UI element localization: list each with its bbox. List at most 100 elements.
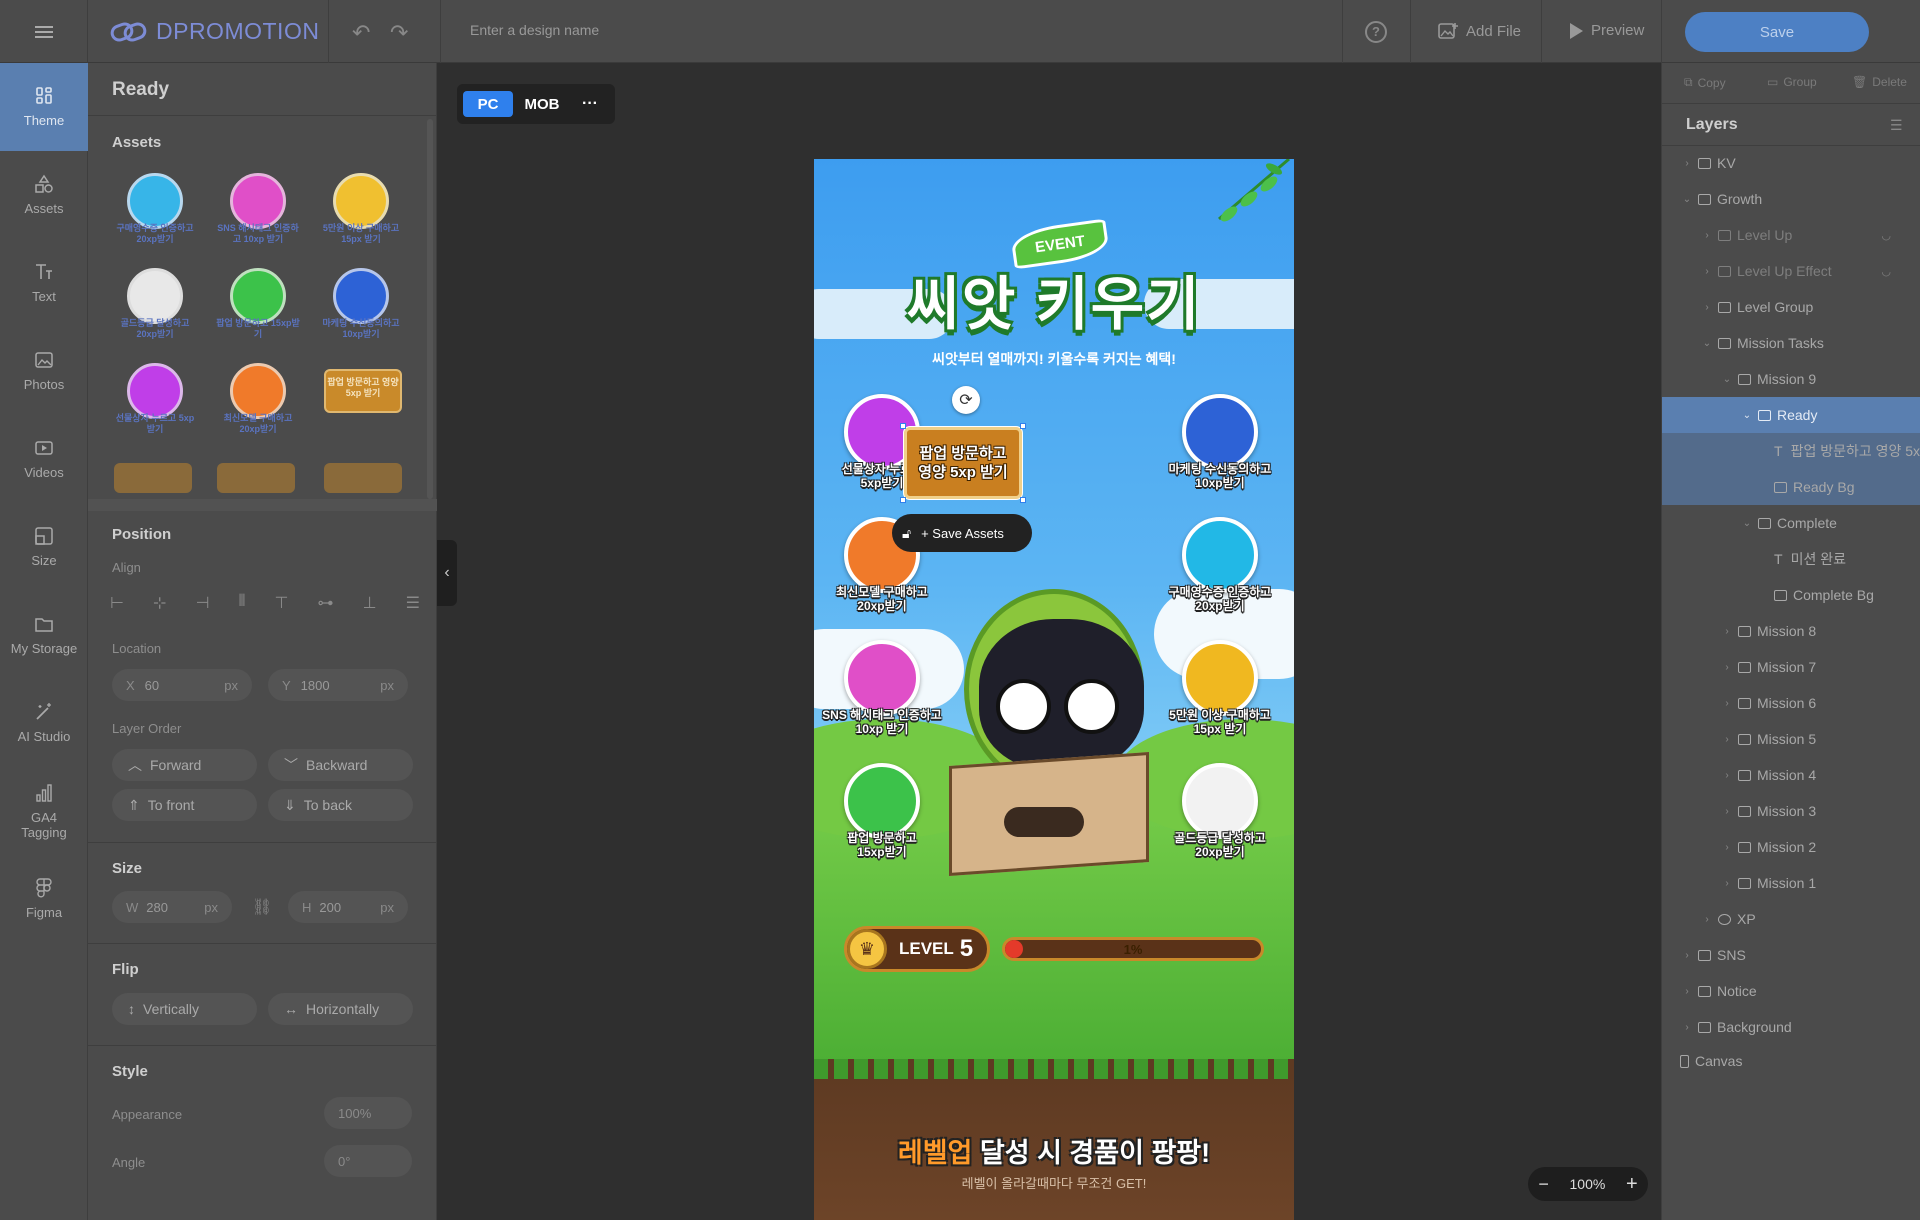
layer-item[interactable]: Complete Bg: [1662, 577, 1920, 613]
rotate-handle-icon[interactable]: ⟳: [952, 386, 980, 414]
layer-item[interactable]: › Background: [1662, 1009, 1920, 1045]
layer-item[interactable]: ⌄ Growth: [1662, 181, 1920, 217]
hidden-eye-icon[interactable]: ◡: [1881, 265, 1891, 278]
layer-item-selected[interactable]: ⌄ Ready: [1662, 397, 1920, 433]
more-options-icon[interactable]: ···: [571, 91, 609, 117]
layer-item[interactable]: › Mission 4: [1662, 757, 1920, 793]
preview-button[interactable]: Preview: [1570, 22, 1644, 39]
asset-item[interactable]: 마케팅 수신동의하고 10xp받기: [318, 268, 400, 348]
add-file-button[interactable]: Add File: [1438, 22, 1521, 40]
flip-vertical-button[interactable]: ↕ Vertically: [112, 993, 257, 1025]
collapse-all-icon[interactable]: ☰: [1890, 117, 1903, 134]
nav-text[interactable]: Text: [0, 239, 88, 327]
layer-item[interactable]: › Mission 3: [1662, 793, 1920, 829]
layer-item[interactable]: › Mission 2: [1662, 829, 1920, 865]
nav-theme[interactable]: Theme: [0, 63, 88, 151]
mission-badge[interactable]: SNS 해시태그 인증하고 10xp 받기: [814, 640, 942, 750]
copy-button[interactable]: ⧉ Copy: [1684, 75, 1726, 90]
width-field[interactable]: W 280 px: [112, 891, 232, 923]
layer-item[interactable]: › Level Up ◡: [1662, 217, 1920, 253]
asset-item-partial[interactable]: [215, 463, 295, 498]
layer-item[interactable]: › Mission 7: [1662, 649, 1920, 685]
layer-item[interactable]: › Level Group: [1662, 289, 1920, 325]
angle-field[interactable]: 0°: [324, 1145, 412, 1177]
align-center-v-icon[interactable]: ⊶: [318, 593, 334, 617]
align-bottom-icon[interactable]: ⊥: [363, 593, 377, 617]
layer-item[interactable]: › Mission 8: [1662, 613, 1920, 649]
align-left-icon[interactable]: ⊢: [110, 593, 124, 617]
selection-handle[interactable]: [900, 497, 906, 503]
nav-figma[interactable]: Figma: [0, 855, 88, 943]
asset-item[interactable]: 선물상자 누르고 5xp받기: [112, 363, 194, 443]
nav-ga4-tagging[interactable]: GA4 Tagging: [0, 767, 88, 855]
resize-handle[interactable]: [88, 499, 437, 511]
redo-icon[interactable]: ↷: [390, 20, 408, 46]
pc-tab[interactable]: PC: [463, 91, 513, 117]
height-field[interactable]: H 200 px: [288, 891, 408, 923]
asset-item[interactable]: 팝업 방문하고 15xp받기: [215, 268, 300, 348]
asset-item-partial[interactable]: [318, 463, 402, 498]
zoom-out-button[interactable]: −: [1538, 1174, 1549, 1195]
selection-handle[interactable]: [900, 423, 906, 429]
mission-badge[interactable]: 마케팅 수신동의하고 10xp받기: [1152, 394, 1272, 504]
distribute-v-icon[interactable]: ☰: [406, 593, 420, 617]
mission-badge[interactable]: 팝업 방문하고 15xp받기: [814, 763, 934, 873]
mission-badge[interactable]: 5만원 이상 구매하고 15px 받기: [1152, 640, 1272, 750]
nav-photos[interactable]: Photos: [0, 327, 88, 415]
mob-tab[interactable]: MOB: [517, 91, 567, 117]
collapse-panel-button[interactable]: ‹: [437, 540, 457, 606]
mission-badge[interactable]: 골드등급 달성하고 20xp받기: [1152, 763, 1272, 873]
selection-handle[interactable]: [1020, 497, 1026, 503]
layer-item[interactable]: › Mission 1: [1662, 865, 1920, 901]
to-front-button[interactable]: ⇑ To front: [112, 789, 257, 821]
unlink-icon[interactable]: ⛓: [252, 897, 272, 917]
y-position-field[interactable]: Y 1800 px: [268, 669, 408, 701]
layer-item[interactable]: › Mission 6: [1662, 685, 1920, 721]
layer-item[interactable]: › SNS: [1662, 937, 1920, 973]
mission-badge[interactable]: 구매영수증 인증하고 20xp받기: [1152, 517, 1272, 627]
nav-ai-studio[interactable]: AI Studio: [0, 679, 88, 767]
layer-item[interactable]: › Level Up Effect ◡: [1662, 253, 1920, 289]
undo-icon[interactable]: ↶: [352, 20, 370, 46]
align-center-h-icon[interactable]: ⊹: [153, 593, 166, 617]
group-button[interactable]: ▭ Group: [1767, 75, 1817, 89]
save-assets-button[interactable]: + Save Assets: [921, 526, 1004, 541]
align-right-icon[interactable]: ⊣: [196, 593, 210, 617]
layer-item[interactable]: › Notice: [1662, 973, 1920, 1009]
lock-icon[interactable]: 🔓︎: [902, 525, 911, 542]
delete-button[interactable]: 🗑︎ Delete: [1852, 75, 1907, 89]
asset-item[interactable]: 골드등급 달성하고 20xp받기: [112, 268, 190, 348]
backward-button[interactable]: ﹀ Backward: [268, 749, 413, 781]
forward-button[interactable]: ︿ Forward: [112, 749, 257, 781]
nav-my-storage[interactable]: My Storage: [0, 591, 88, 679]
layer-item[interactable]: T 팝업 방문하고 영양 5xp 받기: [1662, 433, 1920, 469]
nav-videos[interactable]: Videos: [0, 415, 88, 503]
save-button[interactable]: Save: [1685, 12, 1869, 52]
promo-page-preview[interactable]: EVENT 씨앗 키우기 씨앗부터 열매까지! 키울수록 커지는 혜택! 선물상…: [814, 159, 1294, 1220]
layer-item[interactable]: Canvas: [1662, 1043, 1920, 1079]
asset-item[interactable]: 최신모델 구매하고 20xp받기: [215, 363, 293, 443]
distribute-h-icon[interactable]: ⫴: [239, 593, 246, 617]
design-name-input[interactable]: Enter a design name: [470, 22, 599, 38]
x-position-field[interactable]: X 60 px: [112, 669, 252, 701]
to-back-button[interactable]: ⇓ To back: [268, 789, 413, 821]
layer-item[interactable]: T 미션 완료: [1662, 541, 1920, 577]
layer-item[interactable]: ⌄ Mission Tasks: [1662, 325, 1920, 361]
asset-item[interactable]: 구매영수증 인증하고 20xp받기: [112, 173, 194, 253]
nav-assets[interactable]: Assets: [0, 151, 88, 239]
help-icon[interactable]: ?: [1365, 21, 1387, 43]
asset-item[interactable]: 5만원 이상 구매하고 15px 받기: [318, 173, 399, 253]
zoom-in-button[interactable]: +: [1626, 1173, 1638, 1196]
layer-item[interactable]: › Mission 5: [1662, 721, 1920, 757]
selection-handle[interactable]: [1020, 423, 1026, 429]
appearance-field[interactable]: 100%: [324, 1097, 412, 1129]
asset-item-partial[interactable]: [112, 463, 192, 498]
layer-item[interactable]: Ready Bg: [1662, 469, 1920, 505]
align-top-icon[interactable]: ⊤: [274, 593, 288, 617]
nav-size[interactable]: Size: [0, 503, 88, 591]
layer-item[interactable]: ⌄ Mission 9: [1662, 361, 1920, 397]
layer-item[interactable]: › XP: [1662, 901, 1920, 937]
hidden-eye-icon[interactable]: ◡: [1881, 229, 1891, 242]
asset-item[interactable]: SNS 해시태그 인증하고 10xp 받기: [215, 173, 299, 253]
asset-item[interactable]: 팝업 방문하고 영양 5xp 받기: [318, 363, 402, 443]
